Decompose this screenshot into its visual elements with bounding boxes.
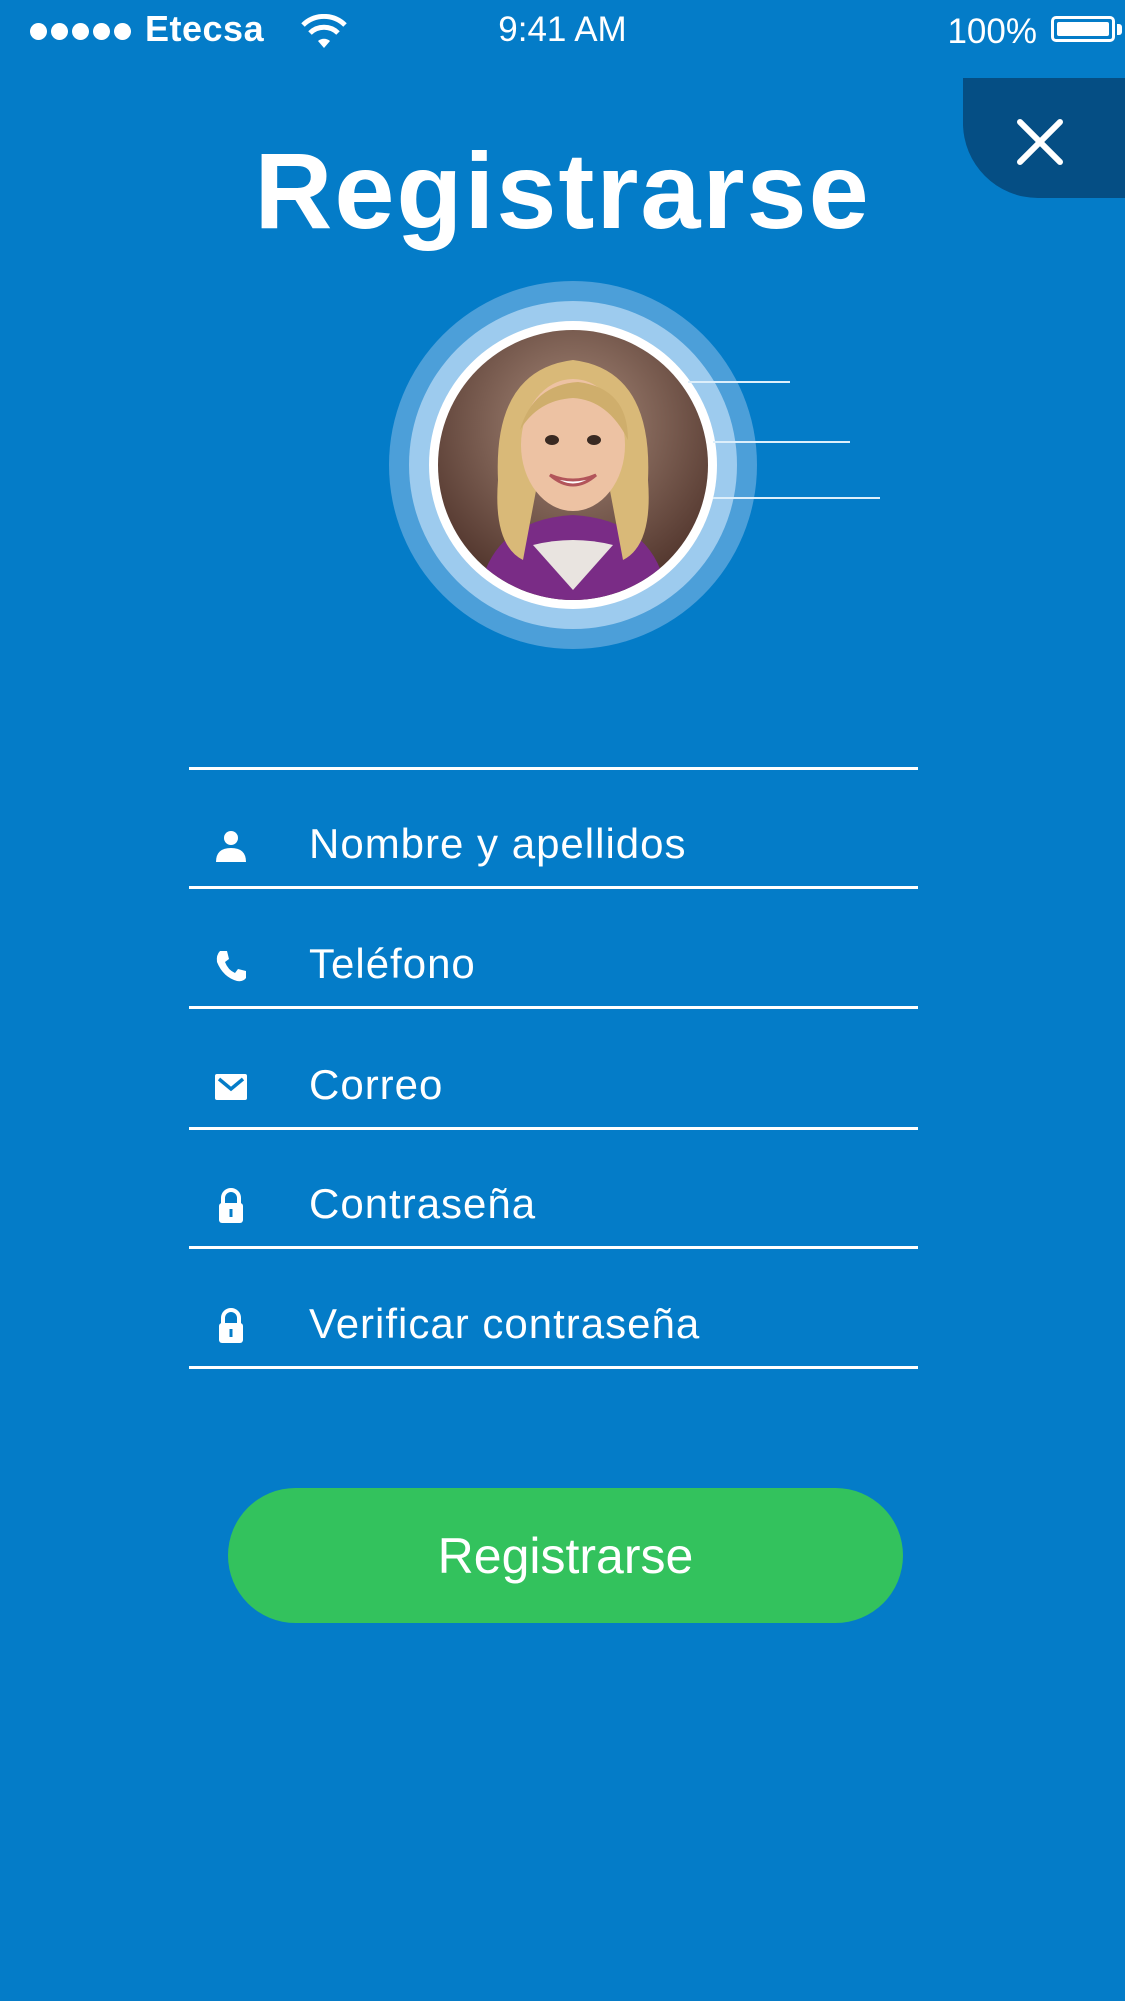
verify-password-field-placeholder: Verificar contraseña <box>309 1300 701 1347</box>
battery-icon <box>1051 16 1115 42</box>
user-icon <box>216 831 246 862</box>
battery-percentage: 100% <box>947 12 1037 51</box>
avatar[interactable] <box>438 330 708 600</box>
register-button[interactable]: Registrarse <box>228 1488 903 1623</box>
name-field-placeholder: Nombre y apellidos <box>309 820 687 867</box>
status-bar: Etecsa 9:41 AM 100% <box>0 0 1125 64</box>
avatar-indicator-line <box>713 497 880 499</box>
email-field[interactable]: Correo <box>189 1010 918 1130</box>
mail-icon <box>215 1074 247 1100</box>
password-field-placeholder: Contraseña <box>309 1180 537 1227</box>
phone-field-placeholder: Teléfono <box>309 940 476 987</box>
avatar-photo <box>438 330 708 600</box>
avatar-indicator-line <box>688 381 790 383</box>
verify-password-field[interactable]: Verificar contraseña <box>189 1249 918 1369</box>
name-field[interactable]: Nombre y apellidos <box>189 769 918 889</box>
lock-icon <box>219 1308 243 1343</box>
password-field[interactable]: Contraseña <box>189 1129 918 1249</box>
page-title: Registrarse <box>254 130 871 251</box>
avatar-indicator-line <box>713 441 850 443</box>
lock-icon <box>219 1188 243 1223</box>
battery-tip <box>1117 24 1122 35</box>
email-field-placeholder: Correo <box>309 1061 444 1108</box>
phone-icon <box>216 951 246 982</box>
phone-field[interactable]: Teléfono <box>189 889 918 1009</box>
